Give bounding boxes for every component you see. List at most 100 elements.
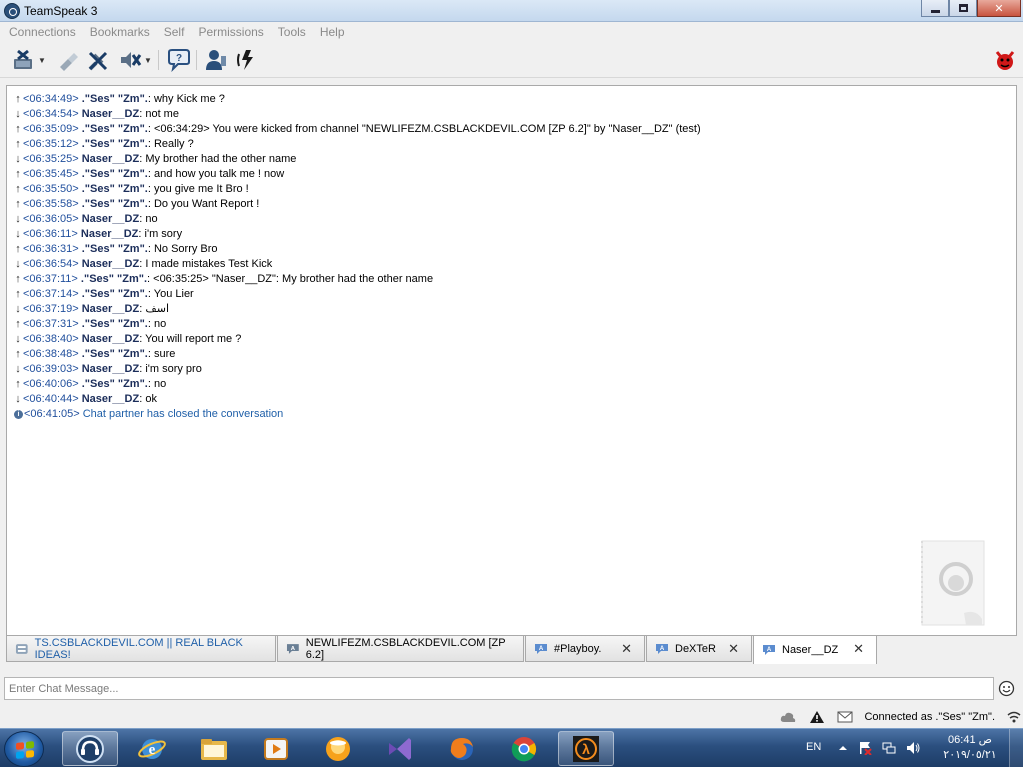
arrow-up-icon: ↑ <box>15 123 21 135</box>
message-sender[interactable]: Naser__DZ <box>82 153 139 165</box>
mute-speakers-button[interactable]: ▼ <box>118 48 152 72</box>
message-text: : No Sorry Bro <box>147 243 218 255</box>
taskbar-gom-player[interactable] <box>310 731 366 766</box>
arrow-down-icon: ↓ <box>15 108 21 120</box>
tab-label: Naser__DZ <box>782 644 839 656</box>
message-sender[interactable]: ."Ses" "Zm". <box>82 168 148 180</box>
message-sender[interactable]: ."Ses" "Zm". <box>82 243 148 255</box>
message-text: : <06:34:29> You were kicked from channe… <box>147 123 701 135</box>
message-sender[interactable]: Naser__DZ <box>82 108 139 120</box>
show-desktop-button[interactable] <box>1009 729 1023 767</box>
bookmarks-button[interactable] <box>56 48 80 72</box>
taskbar-chrome[interactable] <box>496 731 552 766</box>
message-sender[interactable]: Naser__DZ <box>82 213 139 225</box>
warning-icon[interactable] <box>809 710 825 724</box>
taskbar-half-life[interactable]: λ <box>558 731 614 766</box>
chevron-down-icon[interactable]: ▼ <box>38 56 46 65</box>
message-timestamp: <06:40:06> <box>23 378 79 390</box>
message-sender[interactable]: Naser__DZ <box>82 258 139 270</box>
close-tab-icon[interactable]: ✕ <box>728 641 739 657</box>
tab-private-dexter[interactable]: A DeXTeR ✕ <box>646 636 752 662</box>
mute-speakers-icon <box>121 52 142 68</box>
menu-self[interactable]: Self <box>157 22 192 42</box>
chat-message-line: ↓ <06:39:03> Naser__DZ: i'm sory pro <box>13 362 701 377</box>
whisper-button[interactable] <box>236 48 258 72</box>
minimize-button[interactable] <box>921 0 949 17</box>
taskbar-file-explorer[interactable] <box>186 731 242 766</box>
mail-icon[interactable] <box>837 710 853 724</box>
message-sender[interactable]: ."Ses" "Zm". <box>82 348 148 360</box>
message-timestamp: <06:38:48> <box>23 348 79 360</box>
message-sender[interactable]: ."Ses" "Zm". <box>82 378 148 390</box>
message-timestamp: <06:35:45> <box>23 168 79 180</box>
message-text: : sure <box>147 348 176 360</box>
chat-message-line: ↑ <06:37:11> ."Ses" "Zm".: <06:35:25> "Na… <box>13 272 701 287</box>
message-sender[interactable]: ."Ses" "Zm". <box>82 198 148 210</box>
arrow-up-icon: ↑ <box>15 243 21 255</box>
menu-bookmarks[interactable]: Bookmarks <box>83 22 157 42</box>
away-status-button[interactable]: ? <box>166 48 192 72</box>
toolbar: ▼ ▼ ? <box>0 42 1023 78</box>
menu-help[interactable]: Help <box>313 22 352 42</box>
maximize-button[interactable] <box>949 0 977 17</box>
taskbar-teamspeak[interactable] <box>62 731 118 766</box>
taskbar-visual-studio[interactable] <box>372 731 428 766</box>
svg-text:?: ? <box>176 53 182 64</box>
message-timestamp: <06:35:50> <box>23 183 79 195</box>
system-clock[interactable]: 06:41 ص ٢٠١٩/٠٥/٢١ <box>935 733 1005 763</box>
message-sender[interactable]: ."Ses" "Zm". <box>82 93 148 105</box>
message-sender[interactable]: Naser__DZ <box>82 393 139 405</box>
network-icon[interactable] <box>882 741 896 755</box>
menu-permissions[interactable]: Permissions <box>191 22 270 42</box>
input-language[interactable]: EN <box>806 741 821 753</box>
message-timestamp: <06:37:19> <box>23 303 79 315</box>
menu-connections[interactable]: Connections <box>2 22 83 42</box>
contacts-button[interactable] <box>204 48 228 72</box>
chevron-down-icon[interactable]: ▼ <box>144 56 152 65</box>
mute-microphone-button[interactable] <box>86 48 110 72</box>
chat-log[interactable]: ↑ <06:34:49> ."Ses" "Zm".: why Kick me ? ↓… <box>6 85 1017 636</box>
chat-message-line: ↓ <06:36:05> Naser__DZ: no <box>13 212 701 227</box>
message-sender[interactable]: ."Ses" "Zm". <box>81 273 147 285</box>
message-sender[interactable]: ."Ses" "Zm". <box>82 288 148 300</box>
message-sender[interactable]: Naser__DZ <box>82 363 139 375</box>
disconnect-button[interactable]: ▼ <box>12 48 46 72</box>
taskbar-firefox[interactable] <box>434 731 490 766</box>
close-button[interactable]: ✕ <box>977 0 1021 17</box>
close-tab-icon[interactable]: ✕ <box>853 641 864 657</box>
volume-icon[interactable] <box>906 741 920 755</box>
taskbar-internet-explorer[interactable]: e <box>124 731 180 766</box>
tray-chevron-up-icon[interactable] <box>836 741 850 755</box>
connection-plug-icon <box>60 53 78 71</box>
maximize-icon <box>958 4 968 12</box>
tab-private-playboy[interactable]: A #Playboy. ✕ <box>525 636 645 662</box>
close-tab-icon[interactable]: ✕ <box>621 641 632 657</box>
menu-tools[interactable]: Tools <box>271 22 313 42</box>
message-timestamp: <06:36:31> <box>23 243 79 255</box>
tab-private-naser[interactable]: A Naser__DZ ✕ <box>753 636 877 664</box>
message-text: : My brother had the other name <box>139 153 297 165</box>
message-sender[interactable]: ."Ses" "Zm". <box>82 318 148 330</box>
private-chat-icon: A <box>763 645 775 655</box>
arrow-down-icon: ↓ <box>15 228 21 240</box>
action-center-flag-icon[interactable] <box>858 741 872 755</box>
message-sender[interactable]: Naser__DZ <box>82 303 139 315</box>
message-timestamp: <06:37:11> <box>23 273 78 285</box>
cloud-icon[interactable] <box>780 710 796 724</box>
message-sender[interactable]: Naser__DZ <box>82 333 139 345</box>
taskbar-media-player[interactable] <box>248 731 304 766</box>
message-sender[interactable]: Naser__DZ <box>81 228 138 240</box>
signal-icon <box>1007 711 1021 723</box>
chat-message-line: ↓ <06:40:44> Naser__DZ: ok <box>13 392 701 407</box>
tab-server[interactable]: TS.CSBLACKDEVIL.COM || REAL BLACK IDEAS! <box>6 636 276 662</box>
visual-studio-icon <box>389 737 411 760</box>
tab-channel[interactable]: A NEWLIFEZM.CSBLACKDEVIL.COM [ZP 6.2] <box>277 636 524 662</box>
arrow-up-icon: ↑ <box>15 93 21 105</box>
message-sender[interactable]: ."Ses" "Zm". <box>82 183 148 195</box>
start-button[interactable] <box>4 731 44 767</box>
emoticon-icon[interactable] <box>998 680 1015 697</box>
message-sender[interactable]: ."Ses" "Zm". <box>82 123 148 135</box>
chat-message-line: ↓ <06:34:54> Naser__DZ: not me <box>13 107 701 122</box>
message-sender[interactable]: ."Ses" "Zm". <box>82 138 148 150</box>
chat-message-input[interactable] <box>4 677 994 700</box>
